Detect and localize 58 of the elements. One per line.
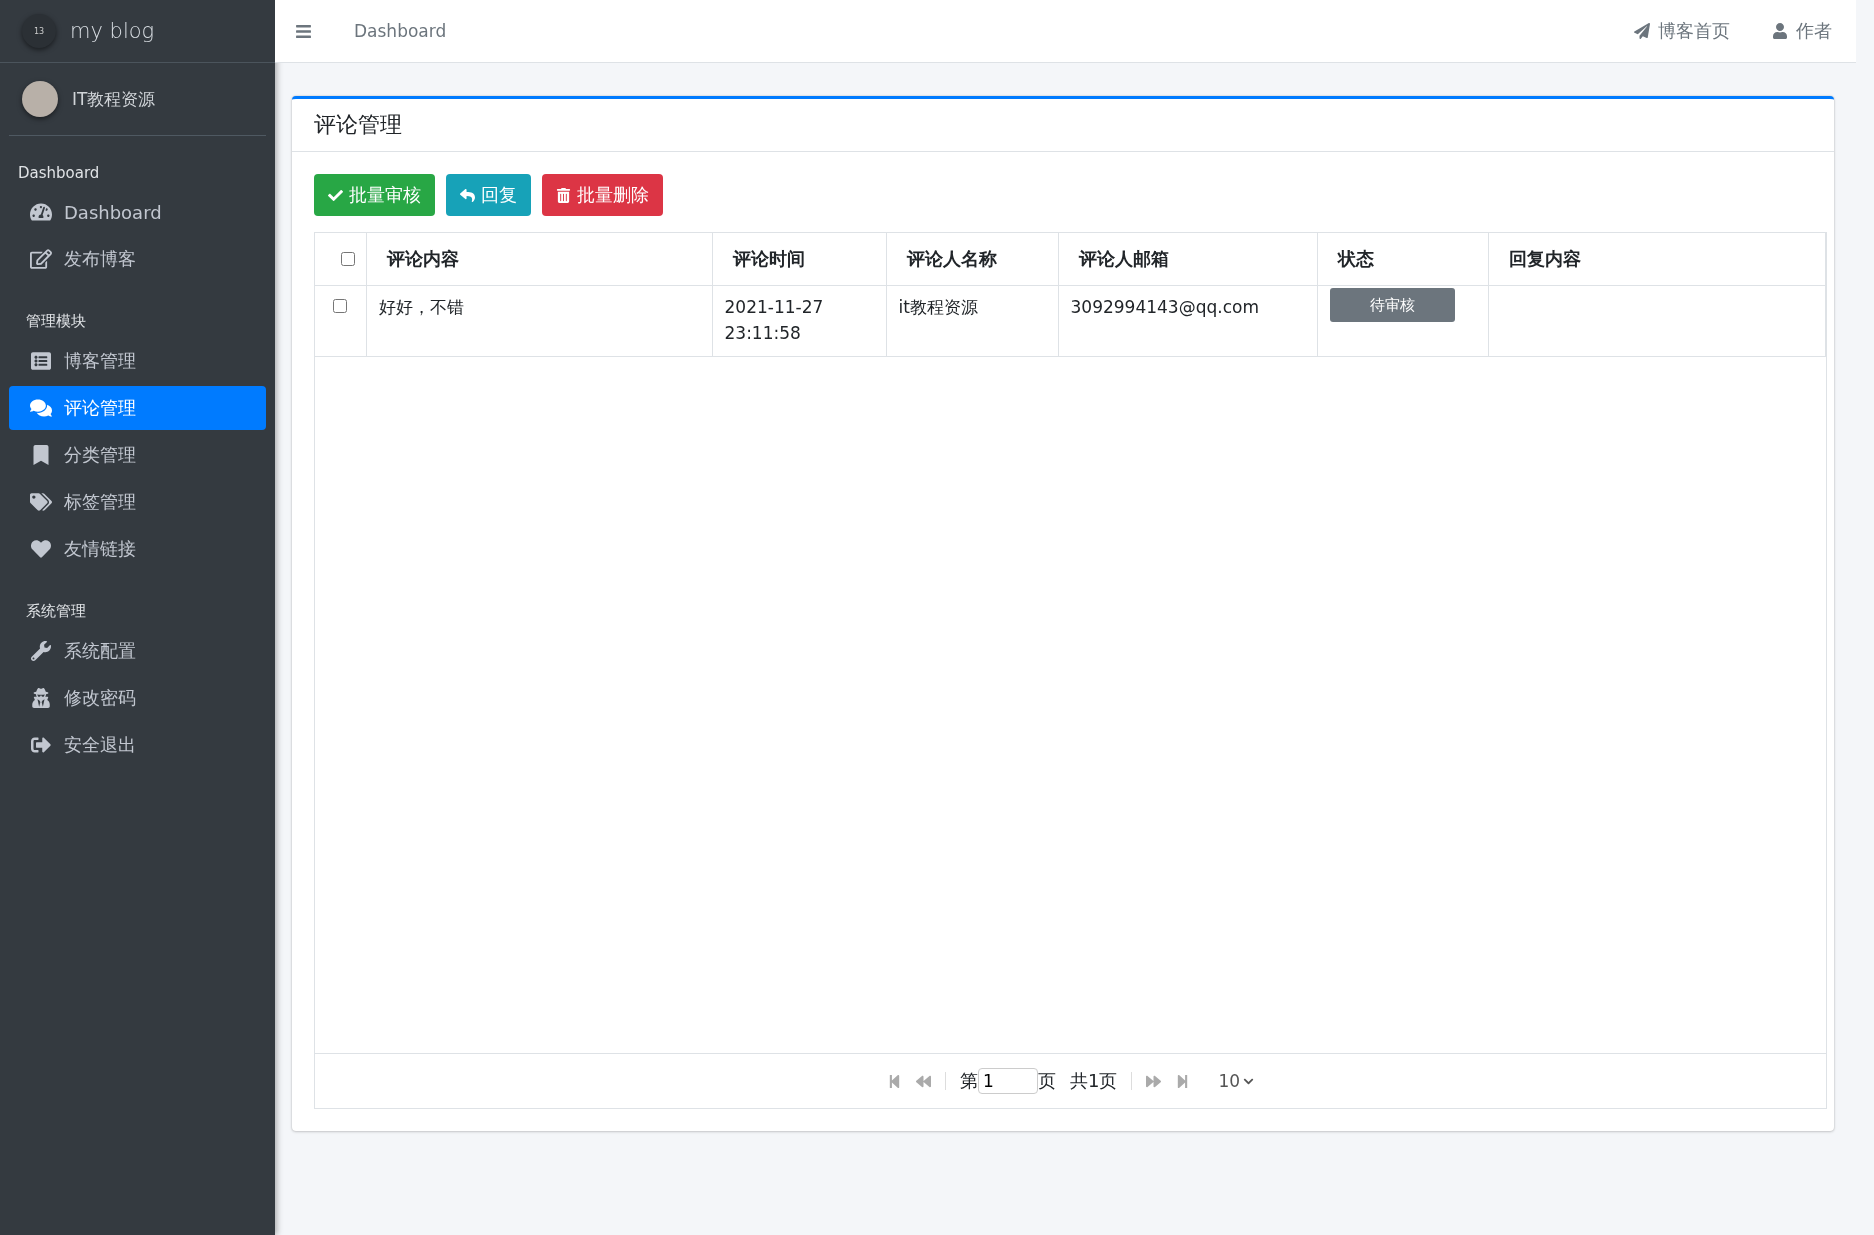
heart-icon: [30, 539, 52, 559]
menu-item[interactable]: 标签管理: [9, 480, 266, 524]
logo[interactable]: 13: [22, 14, 56, 48]
user-name[interactable]: IT教程资源: [72, 87, 156, 111]
menu-item[interactable]: 博客管理: [9, 339, 266, 383]
menu-item[interactable]: 系统配置: [9, 629, 266, 673]
menu-item[interactable]: 安全退出: [9, 723, 266, 767]
column-header: 回复内容: [1508, 248, 1581, 269]
pager-total: 共1页: [1069, 1069, 1118, 1093]
menu-item[interactable]: 评论管理: [9, 386, 266, 430]
menu-item[interactable]: 修改密码: [9, 676, 266, 720]
column-header: 评论时间: [732, 248, 805, 269]
wrench-icon: [30, 641, 52, 661]
chat-bubbles-icon: [30, 398, 52, 418]
table-cell: 3092994143@qq.com: [1070, 297, 1259, 317]
next-page-icon[interactable]: [1146, 1073, 1162, 1089]
menu-heading: Dashboard: [17, 163, 101, 184]
column-header: 评论人名称: [906, 248, 997, 269]
list-icon: [30, 351, 52, 371]
brand-title[interactable]: my blog: [70, 19, 155, 43]
page-input[interactable]: 1: [977, 1068, 1038, 1094]
menu-item[interactable]: 友情链接: [9, 527, 266, 571]
column-header: 评论人邮箱: [1078, 248, 1169, 269]
table-cell: it教程资源: [898, 297, 978, 317]
table-cell: 23:11:58: [724, 323, 801, 343]
table-cell: 好好，不错: [378, 297, 464, 317]
menu-item[interactable]: 分类管理: [9, 433, 266, 477]
menu-heading: 系统管理: [25, 601, 87, 622]
column-header: 评论内容: [386, 248, 459, 269]
action-button[interactable]: 批量删除: [542, 174, 663, 216]
previous-page-icon[interactable]: [915, 1073, 931, 1089]
menu-icon[interactable]: [295, 22, 312, 40]
reply-icon: [460, 187, 475, 203]
page-size-select[interactable]: 10: [1218, 1071, 1255, 1091]
breadcrumb-link[interactable]: Dashboard: [354, 21, 447, 41]
status-badge: 待审核: [1329, 288, 1455, 322]
edit-icon: [30, 249, 52, 269]
exit-icon: [30, 735, 52, 755]
user-icon: [1772, 23, 1788, 39]
check-icon: [328, 187, 343, 203]
pager-text: 页: [1037, 1069, 1056, 1093]
nav-link[interactable]: 作者: [1772, 19, 1832, 43]
table-cell: 2021-11-27: [724, 297, 824, 317]
pager-text: 第: [959, 1069, 978, 1093]
nav-link[interactable]: 博客首页: [1634, 19, 1730, 43]
column-header: 状态: [1337, 248, 1374, 269]
select-all-checkbox[interactable]: [341, 252, 355, 266]
trash-icon: [556, 187, 571, 203]
card-title: 评论管理: [314, 111, 402, 139]
menu-heading: 管理模块: [25, 311, 87, 332]
row-checkbox[interactable]: [333, 299, 347, 313]
paper-plane-icon: [1634, 23, 1650, 39]
menu-item[interactable]: Dashboard: [9, 190, 266, 234]
avatar: [22, 81, 58, 117]
menu-item[interactable]: 发布博客: [9, 237, 266, 281]
spy-icon: [30, 688, 52, 708]
tags-icon: [30, 492, 52, 512]
gauge-icon: [30, 202, 52, 222]
